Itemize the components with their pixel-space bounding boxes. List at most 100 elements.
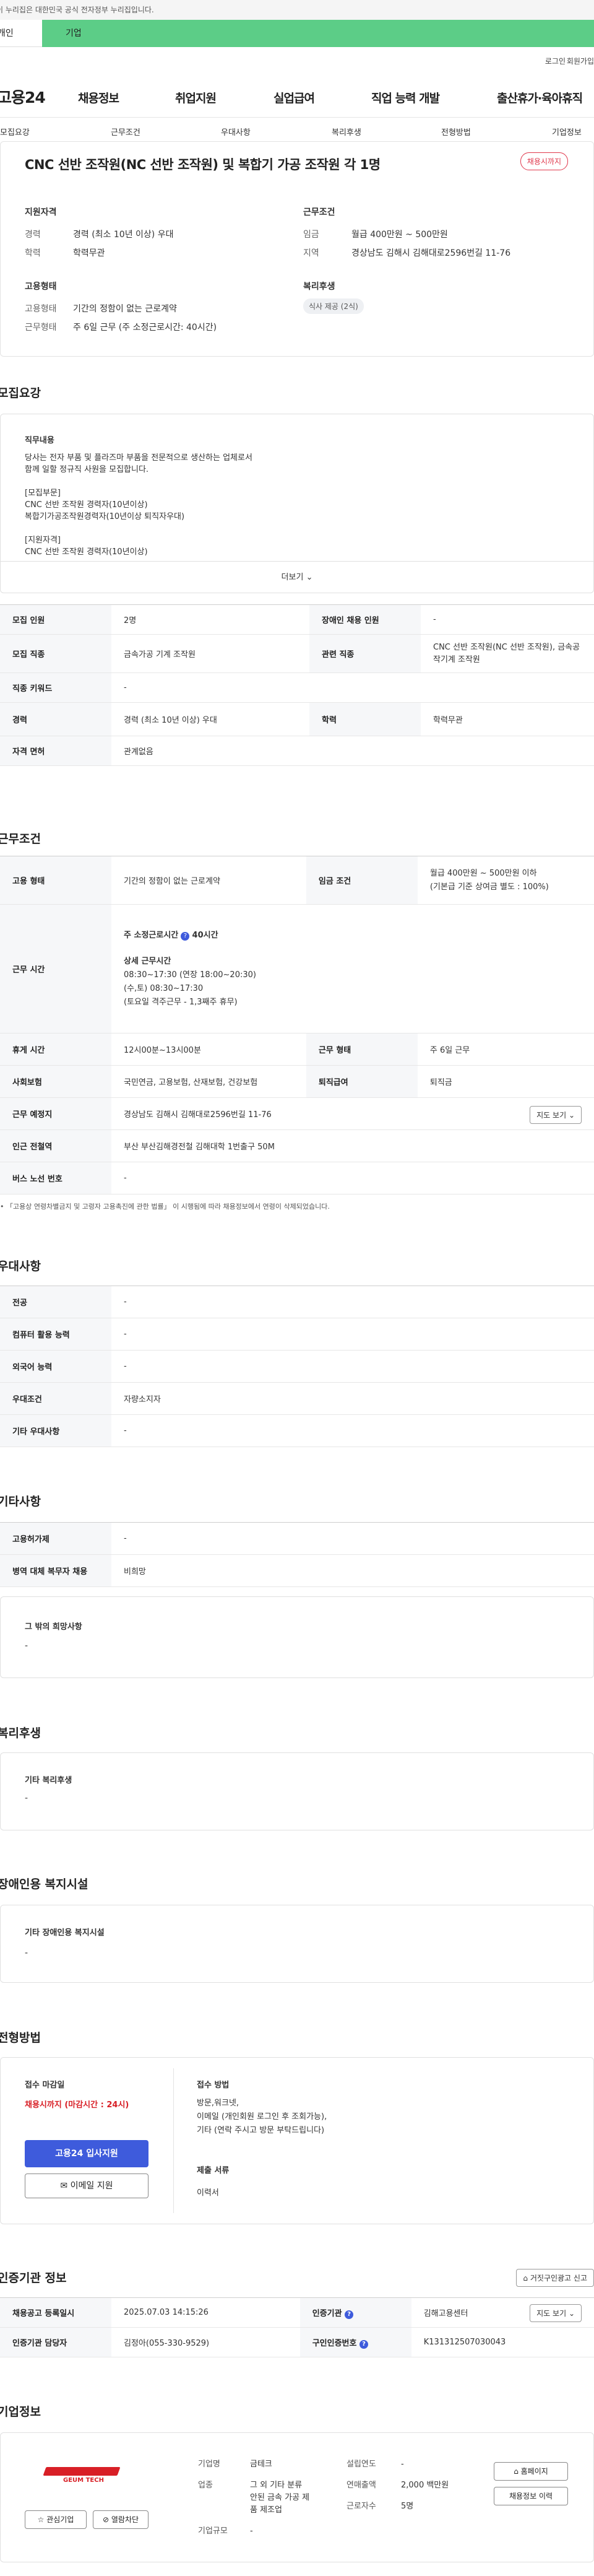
work-table: 고용 형태 기간의 정함이 없는 근로계약 임금 조건 월급 400만원 ~ 500만…: [0, 856, 594, 1194]
map-button[interactable]: 지도 보기 ⌄: [530, 1106, 582, 1124]
etc-table: 고용허가제 - 병역 대체 복무자 채용 비희망: [0, 1522, 594, 1587]
table-row: 고용허가제 -: [0, 1522, 594, 1555]
agency-table: 채용공고 등록일시 2025.07.03 14:15:26 인증기관 ? 김해고용센터…: [0, 2297, 594, 2357]
welfare-other-value: -: [25, 1793, 28, 1803]
company-info-left: 기업명 금테크 업종 그 외 기타 분류 안된 금속 가공 제품 제조업 기업규모 -: [198, 2460, 310, 2536]
table-row: 기타 우대사항 -: [0, 1414, 594, 1447]
subnav-process[interactable]: 전형방법: [441, 126, 471, 137]
company-logo: GEUM TECH: [43, 2467, 125, 2486]
exp-row: 경력 경력 (최소 10년 이상) 우대: [25, 230, 174, 240]
gnb-item-unemployment[interactable]: 실업급여: [273, 89, 315, 106]
workform-row: 근무형태 주 6일 근무 (주 소정근로시간: 40시간): [25, 323, 217, 333]
report-button[interactable]: ⌂ 거짓구인광고 신고: [516, 2269, 594, 2287]
table-row: 우대조건 자량소지자: [0, 1382, 594, 1415]
subnav-conditions[interactable]: 근무조건: [111, 126, 140, 137]
table-row: 고용 형태 기간의 정함이 없는 근로계약 임금 조건 월급 400만원 ~ 500만…: [0, 856, 594, 905]
welfare-chip: 식사 제공 (2식): [303, 298, 364, 314]
subnav-welfare[interactable]: 복리후생: [332, 126, 361, 137]
favorite-company-button[interactable]: ☆ 관심기업: [25, 2510, 87, 2529]
welfare-heading: 복리후생: [303, 282, 335, 292]
login-link[interactable]: 로그인: [545, 56, 566, 66]
other-box: [0, 1596, 594, 1678]
utility-bar: 로그인 회원가입: [0, 47, 594, 74]
process-heading: 전형방법: [0, 2031, 41, 2045]
job-title: CNC 선반 조작원(NC 선반 조작원) 및 복합기 가공 조작원 각 1명: [25, 157, 381, 172]
recruit-table: 모집 인원 2명 장애인 채용 인원 - 모집 직종 금속가공 기계 조작원 관련 직종 C…: [0, 604, 594, 766]
subnav-company[interactable]: 기업정보: [552, 126, 582, 137]
table-row: 직종 키워드 -: [0, 672, 594, 703]
edu-row: 학력 학력무관: [25, 248, 105, 258]
more-button[interactable]: 더보기 ⌄: [0, 561, 594, 593]
table-row: 휴게 시간 12시00분~13시00분 근무 형태 주 6일 근무: [0, 1033, 594, 1066]
table-row: 모집 직종 금속가공 기계 조작원 관련 직종 CNC 선반 조작원(NC 선반 조작…: [0, 634, 594, 673]
work-heading: 근무조건: [0, 832, 41, 846]
apply-button[interactable]: 고용24 입사지원: [25, 2140, 148, 2167]
tab-personal[interactable]: 개인: [0, 20, 42, 47]
disab-other-heading: 기타 장애인용 복지시설: [25, 1928, 105, 1938]
agency-heading: 인증기관 정보: [0, 2271, 67, 2285]
table-row: 근무 예정지 경상남도 김해시 김해대로2596번길 11-76 지도 보기 ⌄: [0, 1097, 594, 1130]
welfare-other-heading: 기타 복리후생: [25, 1776, 72, 1785]
table-row: 경력 경력 (최소 10년 이상) 우대 학력 학력무관: [0, 702, 594, 736]
other-value: -: [25, 1641, 28, 1651]
table-row: 외국어 능력 -: [0, 1350, 594, 1383]
agency-map-button[interactable]: 지도 보기 ⌄: [530, 2304, 582, 2322]
pref-heading: 우대사항: [0, 1260, 41, 1273]
table-row: 인근 전철역 부산 부산김해경전철 김해대학 1번출구 50M: [0, 1129, 594, 1162]
global-nav: 고용24 채용정보 취업지원 실업급여 직업 능력 개발 출산휴가·육아휴직: [0, 74, 594, 118]
table-row: 버스 노선 번호 -: [0, 1162, 594, 1194]
emptype-row: 고용형태 기간의 정함이 없는 근로계약: [25, 304, 177, 314]
home-icon: ⌂: [523, 2274, 528, 2282]
block-icon: ⊘: [102, 2515, 110, 2524]
gov-notice-text: 이 누리집은 대한민국 공식 전자정부 누리집입니다.: [0, 6, 154, 14]
gnb-item-training[interactable]: 직업 능력 개발: [371, 89, 440, 106]
emp-heading: 고용형태: [25, 282, 57, 292]
disab-other-value: -: [25, 1948, 28, 1958]
welfare-section-heading: 복리후생: [0, 1726, 41, 1740]
table-row: 모집 인원 2명 장애인 채용 인원 -: [0, 604, 594, 635]
method-value: 방문,워크넷, 이메일 (개인회원 로그인 후 조회가능), 기타 (연락 주시고 …: [197, 2099, 327, 2135]
chevron-down-icon: ⌄: [306, 573, 313, 582]
age-notice: • 「고용상 연령차별금지 및 고령자 고용촉진에 관한 법률」 이 시행됨에 …: [0, 1203, 330, 1211]
table-row: 컴퓨터 활용 능력 -: [0, 1318, 594, 1351]
table-row: 자격 면허 관계없음: [0, 736, 594, 766]
deadline-value: 채용시까지 (마감시간 : 24시): [25, 2100, 129, 2110]
audience-tabs: 개인 기업: [0, 20, 594, 47]
subnav-preferences[interactable]: 우대사항: [221, 126, 251, 137]
company-heading: 기업정보: [0, 2405, 41, 2419]
gnb-item-employment-support[interactable]: 취업지원: [175, 89, 217, 106]
table-row: 사회보험 국민연금, 고용보험, 산재보험, 건강보험 퇴직급여 퇴직금: [0, 1065, 594, 1098]
table-row: 인증기관 담당자 김정아(055-330-9529) 구인인증번호 ? K131312…: [0, 2327, 594, 2357]
gov-notice-bar: 이 누리집은 대한민국 공식 전자정부 누리집입니다.: [0, 0, 594, 20]
disab-heading: 장애인용 복지시설: [0, 1878, 88, 1891]
disab-box: [0, 1905, 594, 1983]
gnb-item-leave[interactable]: 출산휴가·육아휴직: [497, 89, 583, 106]
info-icon[interactable]: ?: [181, 931, 190, 941]
status-badge: 채용시까지: [520, 152, 568, 170]
table-row: 전공 -: [0, 1286, 594, 1318]
pref-table: 전공 - 컴퓨터 활용 능력 - 외국어 능력 - 우대조건 자량소지자 기타 우대사항…: [0, 1286, 594, 1447]
star-icon: ☆: [37, 2515, 45, 2524]
recruit-heading: 모집요강: [0, 386, 41, 400]
recruit-history-button[interactable]: 채용정보 이력: [494, 2487, 568, 2505]
subnav-recruit[interactable]: 모집요강: [0, 126, 30, 137]
info-icon[interactable]: ?: [359, 2339, 369, 2349]
signup-link[interactable]: 회원가입: [567, 56, 594, 66]
email-apply-button[interactable]: ✉ 이메일 지원: [25, 2174, 148, 2198]
mail-icon: ✉: [60, 2181, 68, 2191]
cond-heading: 근무조건: [303, 207, 335, 217]
wage-row: 임금 월급 400만원 ~ 500만원: [303, 230, 448, 240]
table-row: 채용공고 등록일시 2025.07.03 14:15:26 인증기관 ? 김해고용센터…: [0, 2297, 594, 2328]
homepage-button[interactable]: ⌂ 홈페이지: [494, 2462, 568, 2481]
site-logo[interactable]: 고용24: [0, 85, 46, 108]
etc-heading: 기타사항: [0, 1495, 41, 1508]
doc-heading: 제출 서류: [197, 2166, 230, 2175]
table-row: 근무 시간 주 소정근로시간 ? 40시간 상세 근무시간 08:30~17:3…: [0, 904, 594, 1033]
info-icon[interactable]: ?: [345, 2310, 354, 2319]
gnb-item-jobs[interactable]: 채용정보: [78, 89, 119, 106]
tab-company[interactable]: 기업: [42, 20, 594, 47]
company-info-right: 설립연도 - 연매출액 2,000 백만원 근로자수 5명: [346, 2460, 449, 2511]
welfare-box: [0, 1752, 594, 1830]
deadline-heading: 접수 마감일: [25, 2081, 65, 2090]
block-button[interactable]: ⊘ 열람차단: [93, 2510, 148, 2529]
